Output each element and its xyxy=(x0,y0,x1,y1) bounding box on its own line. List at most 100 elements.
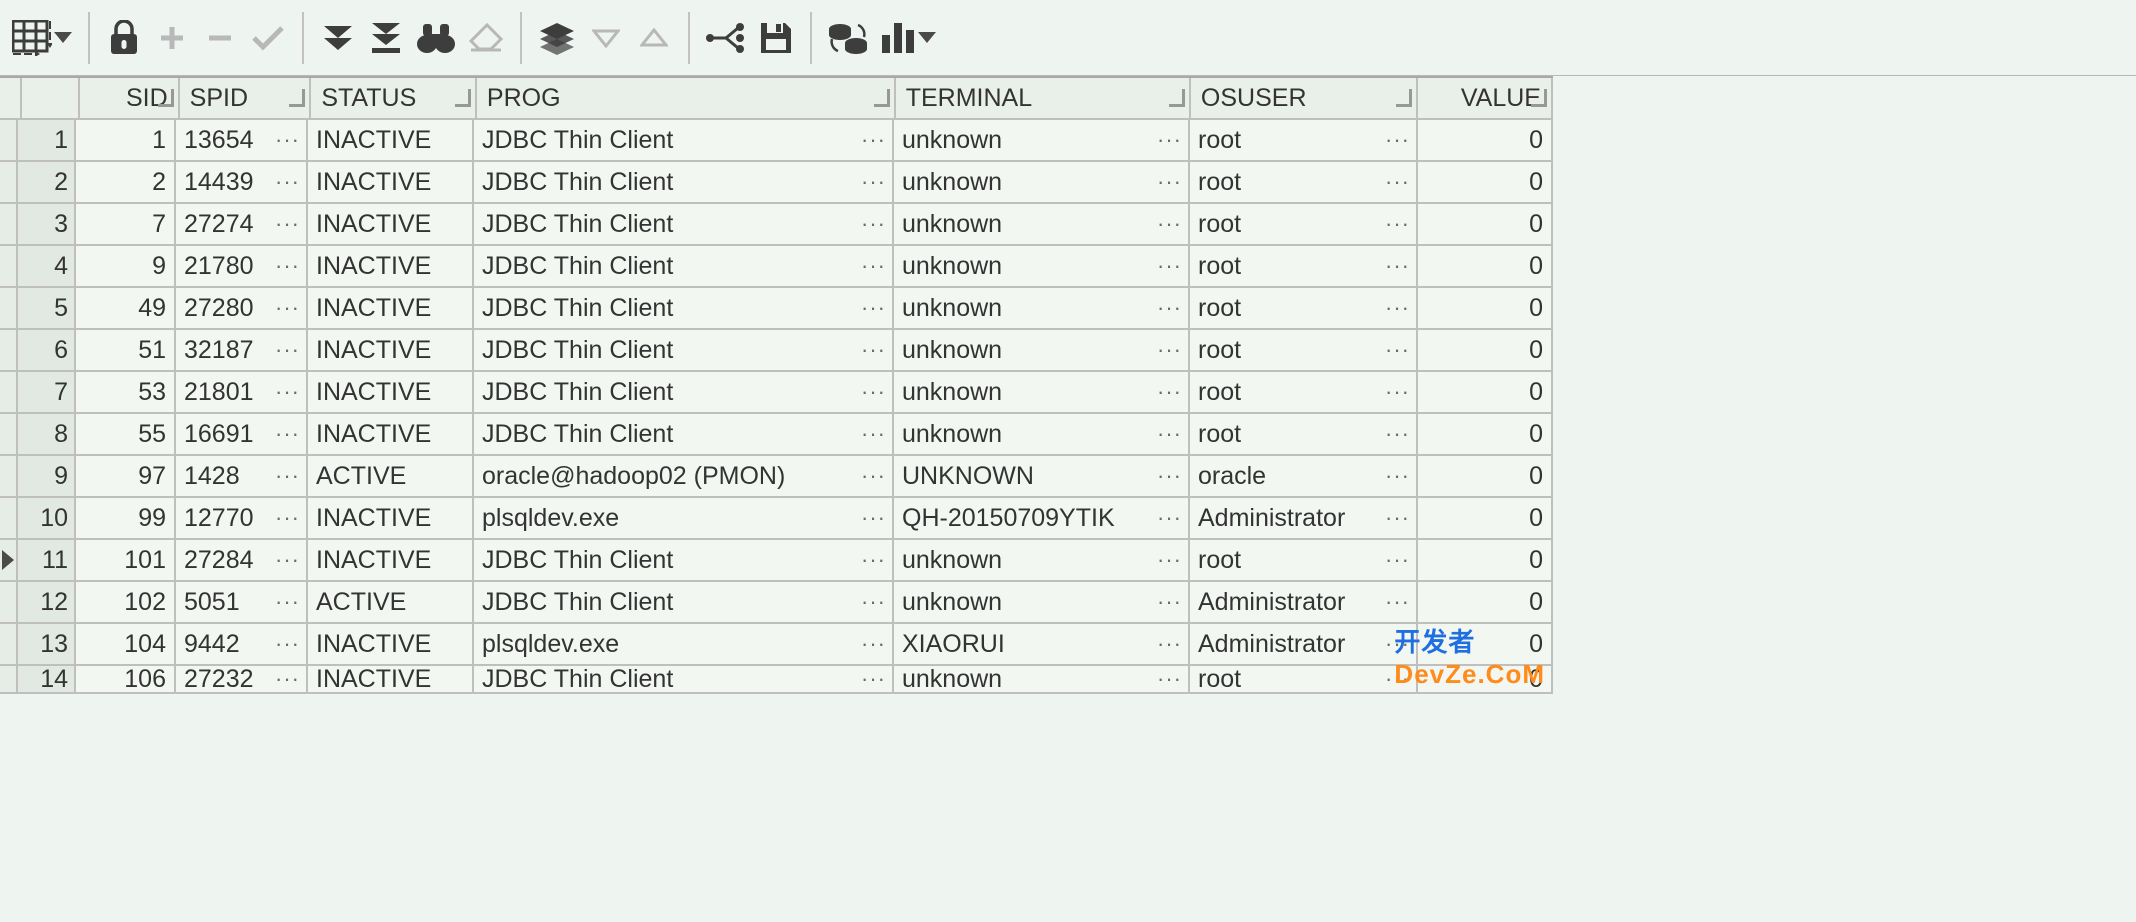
cell-spid[interactable]: 5051··· xyxy=(176,582,308,624)
cell-sid[interactable]: 2 xyxy=(76,162,176,204)
cell-terminal[interactable]: unknown··· xyxy=(894,582,1190,624)
table-row[interactable]: 131049442···INACTIVEplsqldev.exe···XIAOR… xyxy=(0,624,1553,666)
cell-prog[interactable]: plsqldev.exe··· xyxy=(474,498,894,540)
cell-expand-icon[interactable]: ··· xyxy=(275,505,300,531)
cell-status[interactable]: INACTIVE xyxy=(308,666,474,694)
row-number[interactable]: 4 xyxy=(18,246,76,288)
cell-expand-icon[interactable]: ··· xyxy=(861,169,886,195)
cell-status[interactable]: INACTIVE xyxy=(308,624,474,666)
row-number[interactable]: 2 xyxy=(18,162,76,204)
cell-spid[interactable]: 27232··· xyxy=(176,666,308,694)
compare-button[interactable] xyxy=(822,10,874,66)
cell-expand-icon[interactable]: ··· xyxy=(1385,169,1410,195)
cell-status[interactable]: INACTIVE xyxy=(308,246,474,288)
cell-expand-icon[interactable]: ··· xyxy=(275,631,300,657)
cell-osuser[interactable]: Administrator··· xyxy=(1190,624,1418,666)
cell-prog[interactable]: JDBC Thin Client··· xyxy=(474,288,894,330)
cell-expand-icon[interactable]: ··· xyxy=(861,295,886,321)
eraser-button[interactable] xyxy=(462,10,510,66)
cell-prog[interactable]: JDBC Thin Client··· xyxy=(474,414,894,456)
cell-value[interactable]: 0 xyxy=(1418,456,1553,498)
cell-spid[interactable]: 27284··· xyxy=(176,540,308,582)
cell-expand-icon[interactable]: ··· xyxy=(1157,505,1182,531)
cell-value[interactable]: 0 xyxy=(1418,414,1553,456)
cell-expand-icon[interactable]: ··· xyxy=(1385,253,1410,279)
cell-prog[interactable]: JDBC Thin Client··· xyxy=(474,540,894,582)
cell-value[interactable]: 0 xyxy=(1418,372,1553,414)
cell-osuser[interactable]: root··· xyxy=(1190,246,1418,288)
cell-status[interactable]: INACTIVE xyxy=(308,414,474,456)
cell-prog[interactable]: oracle@hadoop02 (PMON)··· xyxy=(474,456,894,498)
cell-spid[interactable]: 14439··· xyxy=(176,162,308,204)
cell-expand-icon[interactable]: ··· xyxy=(861,337,886,363)
cell-terminal[interactable]: QH-20150709YTIK··· xyxy=(894,498,1190,540)
row-number[interactable]: 1 xyxy=(18,120,76,162)
table-row[interactable]: 75321801···INACTIVEJDBC Thin Client···un… xyxy=(0,372,1553,414)
cell-expand-icon[interactable]: ··· xyxy=(275,295,300,321)
cell-prog[interactable]: JDBC Thin Client··· xyxy=(474,582,894,624)
cell-expand-icon[interactable]: ··· xyxy=(1157,379,1182,405)
cell-expand-icon[interactable]: ··· xyxy=(861,631,886,657)
cell-prog[interactable]: JDBC Thin Client··· xyxy=(474,204,894,246)
cell-expand-icon[interactable]: ··· xyxy=(1157,666,1182,692)
cell-expand-icon[interactable]: ··· xyxy=(1385,337,1410,363)
cell-sid[interactable]: 53 xyxy=(76,372,176,414)
cell-sid[interactable]: 106 xyxy=(76,666,176,694)
cell-expand-icon[interactable]: ··· xyxy=(861,127,886,153)
cell-prog[interactable]: JDBC Thin Client··· xyxy=(474,330,894,372)
cell-value[interactable]: 0 xyxy=(1418,246,1553,288)
cell-expand-icon[interactable]: ··· xyxy=(1385,505,1410,531)
cell-osuser[interactable]: root··· xyxy=(1190,414,1418,456)
cell-terminal[interactable]: unknown··· xyxy=(894,540,1190,582)
cell-expand-icon[interactable]: ··· xyxy=(1385,589,1410,615)
cell-expand-icon[interactable]: ··· xyxy=(861,211,886,237)
chart-button[interactable] xyxy=(874,10,942,66)
cell-status[interactable]: INACTIVE xyxy=(308,120,474,162)
row-number[interactable]: 3 xyxy=(18,204,76,246)
cell-spid[interactable]: 27274··· xyxy=(176,204,308,246)
table-row[interactable]: 2214439···INACTIVEJDBC Thin Client···unk… xyxy=(0,162,1553,204)
cell-expand-icon[interactable]: ··· xyxy=(1157,589,1182,615)
cell-value[interactable]: 0 xyxy=(1418,540,1553,582)
cell-terminal[interactable]: unknown··· xyxy=(894,162,1190,204)
table-row[interactable]: 121025051···ACTIVEJDBC Thin Client···unk… xyxy=(0,582,1553,624)
cell-spid[interactable]: 27280··· xyxy=(176,288,308,330)
save-button[interactable] xyxy=(752,10,800,66)
cell-spid[interactable]: 12770··· xyxy=(176,498,308,540)
cell-expand-icon[interactable]: ··· xyxy=(1157,169,1182,195)
cell-expand-icon[interactable]: ··· xyxy=(275,421,300,447)
cell-expand-icon[interactable]: ··· xyxy=(1157,295,1182,321)
cell-sid[interactable]: 104 xyxy=(76,624,176,666)
cell-expand-icon[interactable]: ··· xyxy=(1157,211,1182,237)
table-row[interactable]: 1110127284···INACTIVEJDBC Thin Client···… xyxy=(0,540,1553,582)
cell-value[interactable]: 0 xyxy=(1418,582,1553,624)
row-number[interactable]: 8 xyxy=(18,414,76,456)
table-row[interactable]: 1113654···INACTIVEJDBC Thin Client···unk… xyxy=(0,120,1553,162)
grid-options-button[interactable] xyxy=(6,10,78,66)
table-row[interactable]: 4921780···INACTIVEJDBC Thin Client···unk… xyxy=(0,246,1553,288)
cell-status[interactable]: INACTIVE xyxy=(308,330,474,372)
cell-expand-icon[interactable]: ··· xyxy=(275,211,300,237)
column-header-sid[interactable]: SID xyxy=(80,78,180,120)
row-number[interactable]: 9 xyxy=(18,456,76,498)
cell-status[interactable]: INACTIVE xyxy=(308,204,474,246)
cell-sid[interactable]: 49 xyxy=(76,288,176,330)
fetch-all-button[interactable] xyxy=(362,10,410,66)
cell-expand-icon[interactable]: ··· xyxy=(861,666,886,692)
cell-spid[interactable]: 21780··· xyxy=(176,246,308,288)
cell-expand-icon[interactable]: ··· xyxy=(1385,666,1410,692)
cell-terminal[interactable]: unknown··· xyxy=(894,666,1190,694)
cell-sid[interactable]: 55 xyxy=(76,414,176,456)
cell-sid[interactable]: 51 xyxy=(76,330,176,372)
cell-expand-icon[interactable]: ··· xyxy=(275,337,300,363)
cell-expand-icon[interactable]: ··· xyxy=(1157,547,1182,573)
cell-expand-icon[interactable]: ··· xyxy=(1385,295,1410,321)
table-row[interactable]: 65132187···INACTIVEJDBC Thin Client···un… xyxy=(0,330,1553,372)
column-header-status[interactable]: STATUS xyxy=(311,78,477,120)
cell-value[interactable]: 0 xyxy=(1418,162,1553,204)
cell-terminal[interactable]: unknown··· xyxy=(894,288,1190,330)
cell-spid[interactable]: 9442··· xyxy=(176,624,308,666)
cell-expand-icon[interactable]: ··· xyxy=(1157,421,1182,447)
cell-sid[interactable]: 1 xyxy=(76,120,176,162)
cell-value[interactable]: 0 xyxy=(1418,666,1553,694)
